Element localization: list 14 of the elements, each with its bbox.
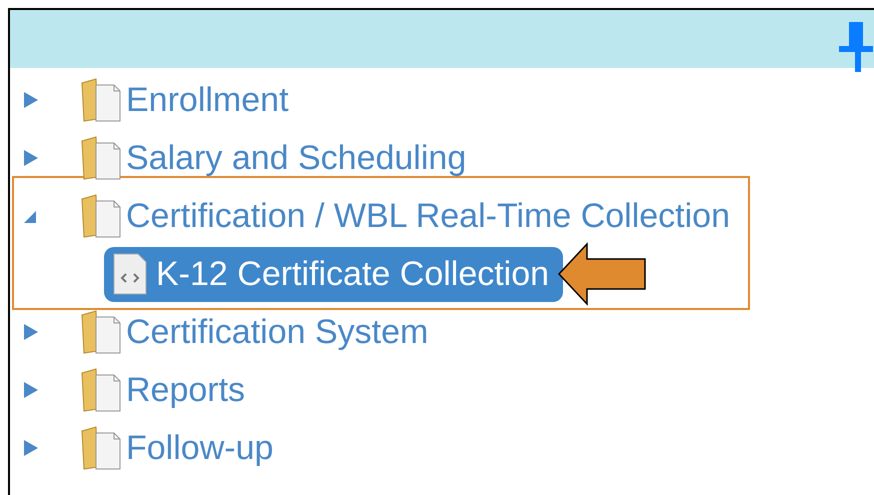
tree-item[interactable]: Reports — [126, 370, 246, 410]
tree-item[interactable]: Certification / WBL Real-Time Collection — [126, 196, 730, 236]
tree-item[interactable]: Follow-up — [126, 428, 274, 468]
expand-triangle-icon[interactable] — [22, 381, 38, 399]
pin-icon[interactable] — [837, 20, 874, 72]
expand-triangle-icon[interactable] — [22, 323, 38, 341]
expand-triangle-icon[interactable] — [22, 91, 38, 109]
expand-triangle-icon[interactable] — [22, 439, 38, 457]
code-file-icon — [112, 252, 148, 296]
tree-item[interactable]: K-12 Certificate Collection — [104, 246, 564, 302]
tree-item[interactable]: Salary and Scheduling — [126, 138, 466, 178]
expand-triangle-icon[interactable] — [22, 149, 38, 167]
tree-item[interactable]: Certification System — [126, 312, 428, 352]
tree-item[interactable]: Enrollment — [126, 80, 289, 120]
